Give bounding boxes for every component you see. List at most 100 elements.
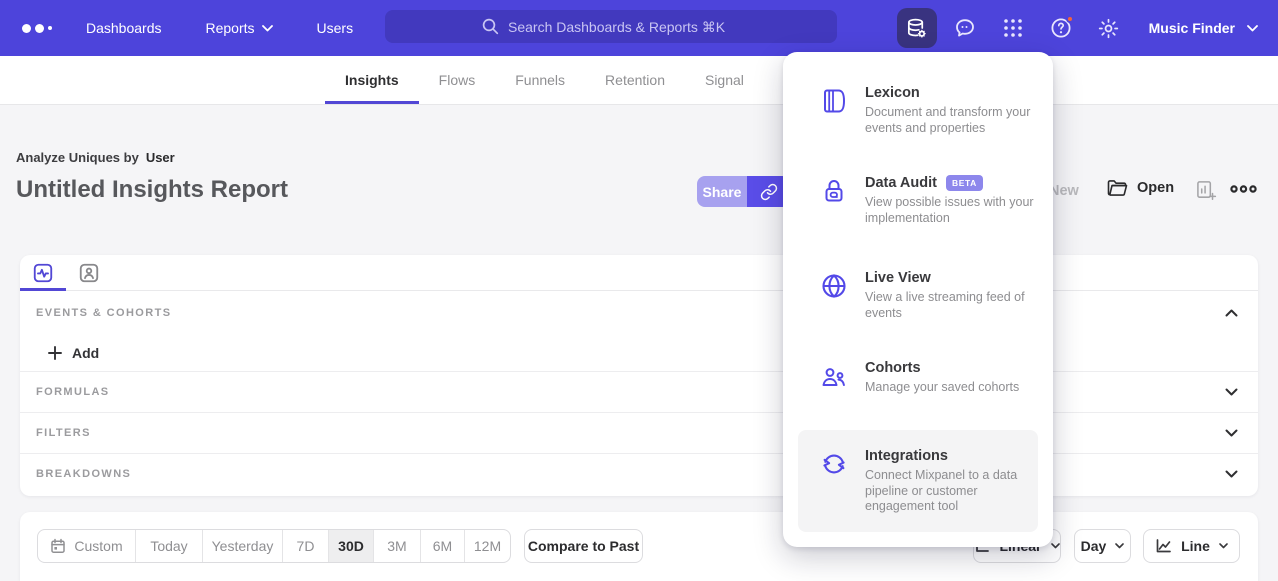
feedback-button[interactable] xyxy=(945,8,985,48)
nav-item-reports[interactable]: Reports xyxy=(206,20,273,36)
range-yesterday[interactable]: Yesterday xyxy=(202,530,282,562)
chevron-down-icon xyxy=(1051,543,1060,549)
tab-events-query[interactable] xyxy=(20,255,66,290)
calendar-icon xyxy=(50,538,66,554)
search-input[interactable] xyxy=(508,19,740,35)
search-icon xyxy=(482,18,499,35)
notification-dot xyxy=(1066,15,1074,23)
tab-user-profiles-query[interactable] xyxy=(66,255,112,290)
expand-section-button[interactable] xyxy=(1225,388,1238,396)
nav-item-dashboards[interactable]: Dashboards xyxy=(86,20,162,36)
data-management-menu: Lexicon Document and transform your even… xyxy=(783,52,1053,547)
chevron-down-icon xyxy=(262,25,273,32)
navbar-right: Music Finder xyxy=(897,0,1278,56)
tab-insights[interactable]: Insights xyxy=(325,56,419,104)
insights-chart-icon xyxy=(32,262,54,284)
range-label: Yesterday xyxy=(212,538,274,554)
project-selector[interactable]: Music Finder xyxy=(1149,20,1258,36)
subtitle-metric[interactable]: User xyxy=(146,150,175,165)
menu-item-title: Live View xyxy=(865,270,931,286)
settings-icon xyxy=(1097,17,1120,40)
project-name: Music Finder xyxy=(1149,20,1235,36)
tab-retention[interactable]: Retention xyxy=(585,56,685,104)
page-title[interactable]: Untitled Insights Report xyxy=(16,176,288,204)
menu-item-lexicon[interactable]: Lexicon Document and transform your even… xyxy=(798,85,1038,136)
range-3m[interactable]: 3M xyxy=(373,530,420,562)
lexicon-book-icon xyxy=(820,87,848,136)
apps-grid-button[interactable] xyxy=(993,8,1033,48)
nav-item-users[interactable]: Users xyxy=(317,20,354,36)
granularity-select[interactable]: Day xyxy=(1074,529,1131,563)
range-12m[interactable]: 12M xyxy=(464,530,510,562)
menu-item-description: Connect Mixpanel to a data pipeline or c… xyxy=(865,468,1043,515)
feedback-icon xyxy=(953,16,977,40)
menu-item-title: Integrations xyxy=(865,448,948,464)
date-range-control: Custom Today Yesterday 7D 30D 3M 6M 12M xyxy=(37,529,511,563)
data-management-button[interactable] xyxy=(897,8,937,48)
range-7d[interactable]: 7D xyxy=(282,530,328,562)
add-label: Add xyxy=(72,345,99,361)
link-icon xyxy=(760,183,778,201)
globe-icon xyxy=(820,272,848,321)
chevron-down-icon xyxy=(1115,543,1124,549)
primary-nav: Dashboards Reports Users xyxy=(86,20,353,36)
more-options-icon xyxy=(1230,184,1257,194)
add-event-button[interactable]: Add xyxy=(48,345,99,361)
range-6m[interactable]: 6M xyxy=(420,530,464,562)
nav-item-label: Reports xyxy=(206,20,255,36)
folder-icon xyxy=(1107,179,1128,197)
share-button-group: Share xyxy=(697,176,790,207)
menu-item-title: Data Audit xyxy=(865,175,937,191)
section-label: EVENTS & COHORTS xyxy=(36,307,171,319)
beta-badge: BETA xyxy=(946,175,983,191)
range-label: 7D xyxy=(297,538,315,554)
report-subtitle: Analyze Uniques byUser xyxy=(16,150,175,165)
open-report-button[interactable]: Open xyxy=(1107,179,1174,197)
mixpanel-logo-icon[interactable] xyxy=(22,24,52,33)
query-builder-panel: EVENTS & COHORTS Add FORMULAS FILTERS xyxy=(20,255,1258,496)
nav-item-label: Users xyxy=(317,20,354,36)
menu-item-integrations[interactable]: Integrations Connect Mixpanel to a data … xyxy=(798,430,1038,532)
range-30d[interactable]: 30D xyxy=(328,530,373,562)
range-today[interactable]: Today xyxy=(135,530,202,562)
compare-to-past-button[interactable]: Compare to Past xyxy=(524,529,643,563)
expand-section-button[interactable] xyxy=(1225,470,1238,478)
add-to-dashboard-button[interactable] xyxy=(1196,180,1217,206)
section-filters[interactable]: FILTERS xyxy=(20,412,1258,453)
range-custom[interactable]: Custom xyxy=(38,530,135,562)
section-breakdowns[interactable]: BREAKDOWNS xyxy=(20,453,1258,494)
query-tabs xyxy=(20,255,1258,291)
mixpanel-app: Dashboards Reports Users xyxy=(0,0,1278,581)
chart-type-select[interactable]: Line xyxy=(1143,529,1240,563)
share-button[interactable]: Share xyxy=(697,176,747,207)
tab-funnels[interactable]: Funnels xyxy=(495,56,585,104)
settings-button[interactable] xyxy=(1089,8,1129,48)
more-options-button[interactable] xyxy=(1230,184,1257,194)
chevron-down-icon xyxy=(1225,388,1238,396)
section-events-cohorts[interactable]: EVENTS & COHORTS xyxy=(20,291,1258,335)
nav-item-label: Dashboards xyxy=(86,20,162,36)
apps-grid-icon xyxy=(1002,17,1024,39)
new-report-button[interactable]: New xyxy=(1049,183,1079,199)
menu-item-data-audit[interactable]: Data Audit BETA View possible issues wit… xyxy=(798,175,1038,226)
expand-section-button[interactable] xyxy=(1225,429,1238,437)
help-button[interactable] xyxy=(1041,8,1081,48)
collapse-section-button[interactable] xyxy=(1225,309,1238,317)
tab-signal[interactable]: Signal xyxy=(685,56,764,104)
data-audit-icon xyxy=(820,177,848,226)
menu-item-cohorts[interactable]: Cohorts Manage your saved cohorts xyxy=(798,360,1038,396)
chevron-down-icon xyxy=(1225,470,1238,478)
range-label: 12M xyxy=(474,538,501,554)
section-label: FILTERS xyxy=(36,427,91,439)
tab-flows[interactable]: Flows xyxy=(419,56,496,104)
range-label: 3M xyxy=(387,538,406,554)
menu-item-description: Manage your saved cohorts xyxy=(865,380,1043,396)
chart-type-label: Line xyxy=(1181,538,1210,554)
section-formulas[interactable]: FORMULAS xyxy=(20,371,1258,412)
menu-item-live-view[interactable]: Live View View a live streaming feed of … xyxy=(798,270,1038,321)
data-management-icon xyxy=(905,17,928,40)
user-profile-icon xyxy=(78,262,100,284)
menu-item-title: Lexicon xyxy=(865,85,920,101)
range-label: 30D xyxy=(338,538,364,554)
global-search[interactable] xyxy=(385,10,837,43)
